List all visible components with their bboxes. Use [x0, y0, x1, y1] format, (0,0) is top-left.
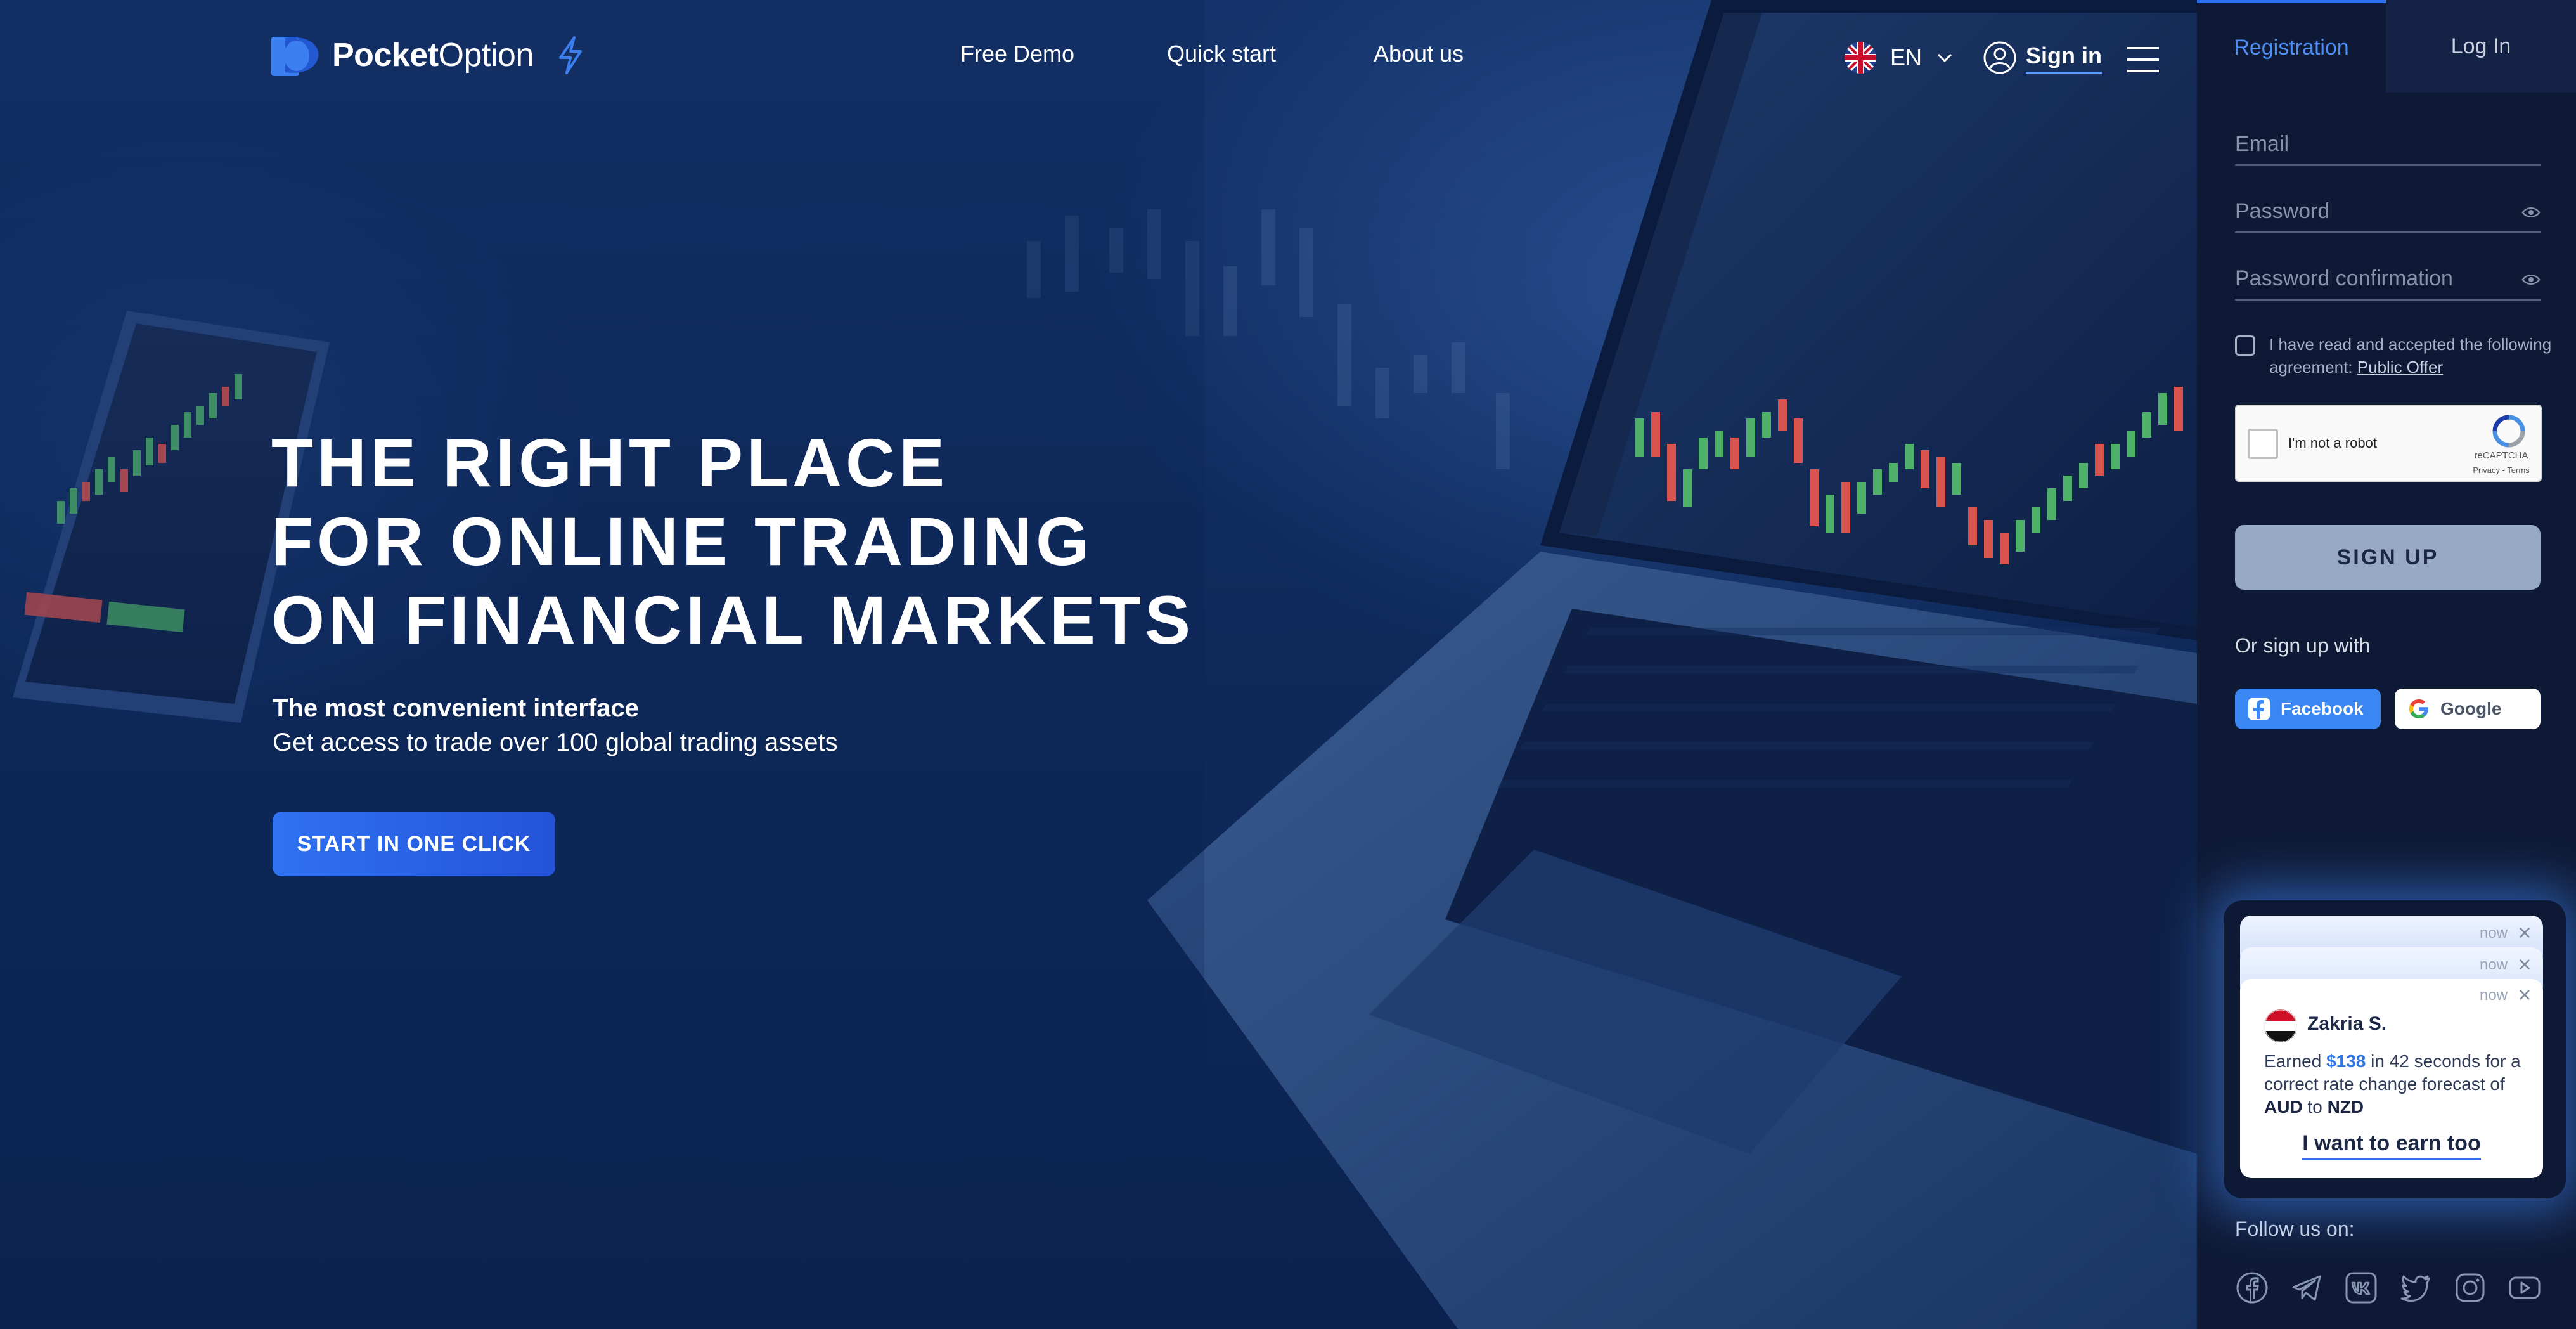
facebook-icon	[2248, 698, 2270, 720]
headline-line-2: FOR ONLINE TRADING	[271, 503, 1093, 580]
close-icon[interactable]	[2518, 926, 2532, 940]
recaptcha-terms[interactable]: Privacy - Terms	[2470, 465, 2533, 475]
notification-time: now	[2479, 987, 2508, 1004]
sign-up-button[interactable]: SIGN UP	[2235, 525, 2541, 590]
social-follow-icons	[2235, 1271, 2542, 1305]
earnings-notification: now Zakria S. Earned $138 in 42 seconds …	[2240, 979, 2543, 1178]
recaptcha-label: I'm not a robot	[2288, 435, 2377, 451]
facebook-label: Facebook	[2281, 699, 2364, 718]
google-signup-button[interactable]: Google	[2395, 689, 2541, 729]
user-icon	[1983, 41, 2016, 74]
agreement-row: I have read and accepted the following a…	[2235, 333, 2552, 379]
menu-icon[interactable]	[2127, 46, 2159, 74]
notification-user-name: Zakria S.	[2307, 1013, 2387, 1034]
twitter-icon[interactable]	[2399, 1271, 2433, 1305]
email-field[interactable]: Email	[2235, 124, 2541, 166]
nav-about-us[interactable]: About us	[1374, 41, 1464, 67]
youtube-icon[interactable]	[2508, 1271, 2542, 1305]
facebook-icon[interactable]	[2235, 1271, 2269, 1305]
google-label: Google	[2440, 699, 2502, 718]
vk-icon[interactable]	[2344, 1271, 2378, 1305]
language-selector[interactable]: EN	[1845, 42, 1954, 74]
uk-flag-icon	[1845, 42, 1876, 74]
recaptcha-icon	[2492, 415, 2525, 448]
lightning-icon	[558, 36, 582, 74]
close-icon[interactable]	[2518, 957, 2532, 971]
hero-section: PocketOption Free Demo Quick start About…	[0, 0, 2197, 1329]
eye-icon[interactable]	[2521, 205, 2541, 219]
public-offer-link[interactable]: Public Offer	[2357, 358, 2443, 377]
logo-text: PocketOption	[332, 37, 534, 74]
start-in-one-click-button[interactable]: START IN ONE CLICK	[273, 812, 555, 876]
headline-line-1: THE RIGHT PLACE	[271, 424, 949, 501]
agreement-checkbox[interactable]	[2235, 335, 2255, 356]
recaptcha-checkbox[interactable]	[2248, 429, 2278, 459]
yemen-flag-icon	[2264, 1009, 2297, 1042]
telegram-icon[interactable]	[2289, 1271, 2324, 1305]
follow-us-label: Follow us on:	[2235, 1217, 2355, 1240]
brand-logo[interactable]: PocketOption	[271, 33, 584, 77]
or-sign-up-with-label: Or sign up with	[2235, 634, 2371, 657]
recaptcha-widget: I'm not a robot reCAPTCHA Privacy - Term…	[2235, 405, 2542, 482]
auth-tabs: Registration Log In	[2197, 0, 2576, 93]
eye-icon[interactable]	[2521, 273, 2541, 287]
headline-line-3: ON FINANCIAL MARKETS	[271, 581, 1194, 658]
hero-background-illustration	[0, 0, 2197, 1329]
notification-time: now	[2479, 956, 2508, 973]
email-placeholder: Email	[2235, 132, 2289, 156]
nav-quick-start[interactable]: Quick start	[1167, 41, 1276, 67]
notification-time: now	[2479, 924, 2508, 942]
agreement-text: I have read and accepted the following a…	[2269, 335, 2552, 377]
password-field[interactable]: Password	[2235, 191, 2541, 233]
instagram-icon[interactable]	[2453, 1271, 2487, 1305]
subtitle-text: Get access to trade over 100 global trad…	[273, 729, 838, 756]
notification-body: Earned $138 in 42 seconds for a correct …	[2264, 1051, 2521, 1117]
earn-too-link[interactable]: I want to earn too	[2240, 1131, 2543, 1160]
hero-headline: THE RIGHT PLACE FOR ONLINE TRADING ON FI…	[271, 424, 1194, 659]
facebook-signup-button[interactable]: Facebook	[2235, 689, 2381, 729]
recaptcha-brand: reCAPTCHA	[2474, 450, 2528, 461]
chevron-down-icon	[1937, 53, 1952, 63]
close-icon[interactable]	[2518, 988, 2532, 1002]
password-confirmation-placeholder: Password confirmation	[2235, 266, 2453, 290]
earned-amount: $138	[2326, 1051, 2366, 1071]
logo-mark-icon	[271, 37, 319, 76]
language-label: EN	[1890, 44, 1922, 70]
nav-free-demo[interactable]: Free Demo	[960, 41, 1074, 67]
password-placeholder: Password	[2235, 199, 2330, 223]
tab-registration[interactable]: Registration	[2197, 0, 2386, 93]
tab-login[interactable]: Log In	[2386, 0, 2576, 93]
google-icon	[2409, 699, 2428, 718]
signin-label: Sign in	[2026, 42, 2102, 74]
subtitle-bold: The most convenient interface	[273, 694, 639, 722]
signin-link[interactable]: Sign in	[1983, 41, 2102, 75]
password-confirmation-field[interactable]: Password confirmation	[2235, 259, 2541, 301]
hero-subtitle: The most convenient interface Get access…	[273, 691, 838, 760]
